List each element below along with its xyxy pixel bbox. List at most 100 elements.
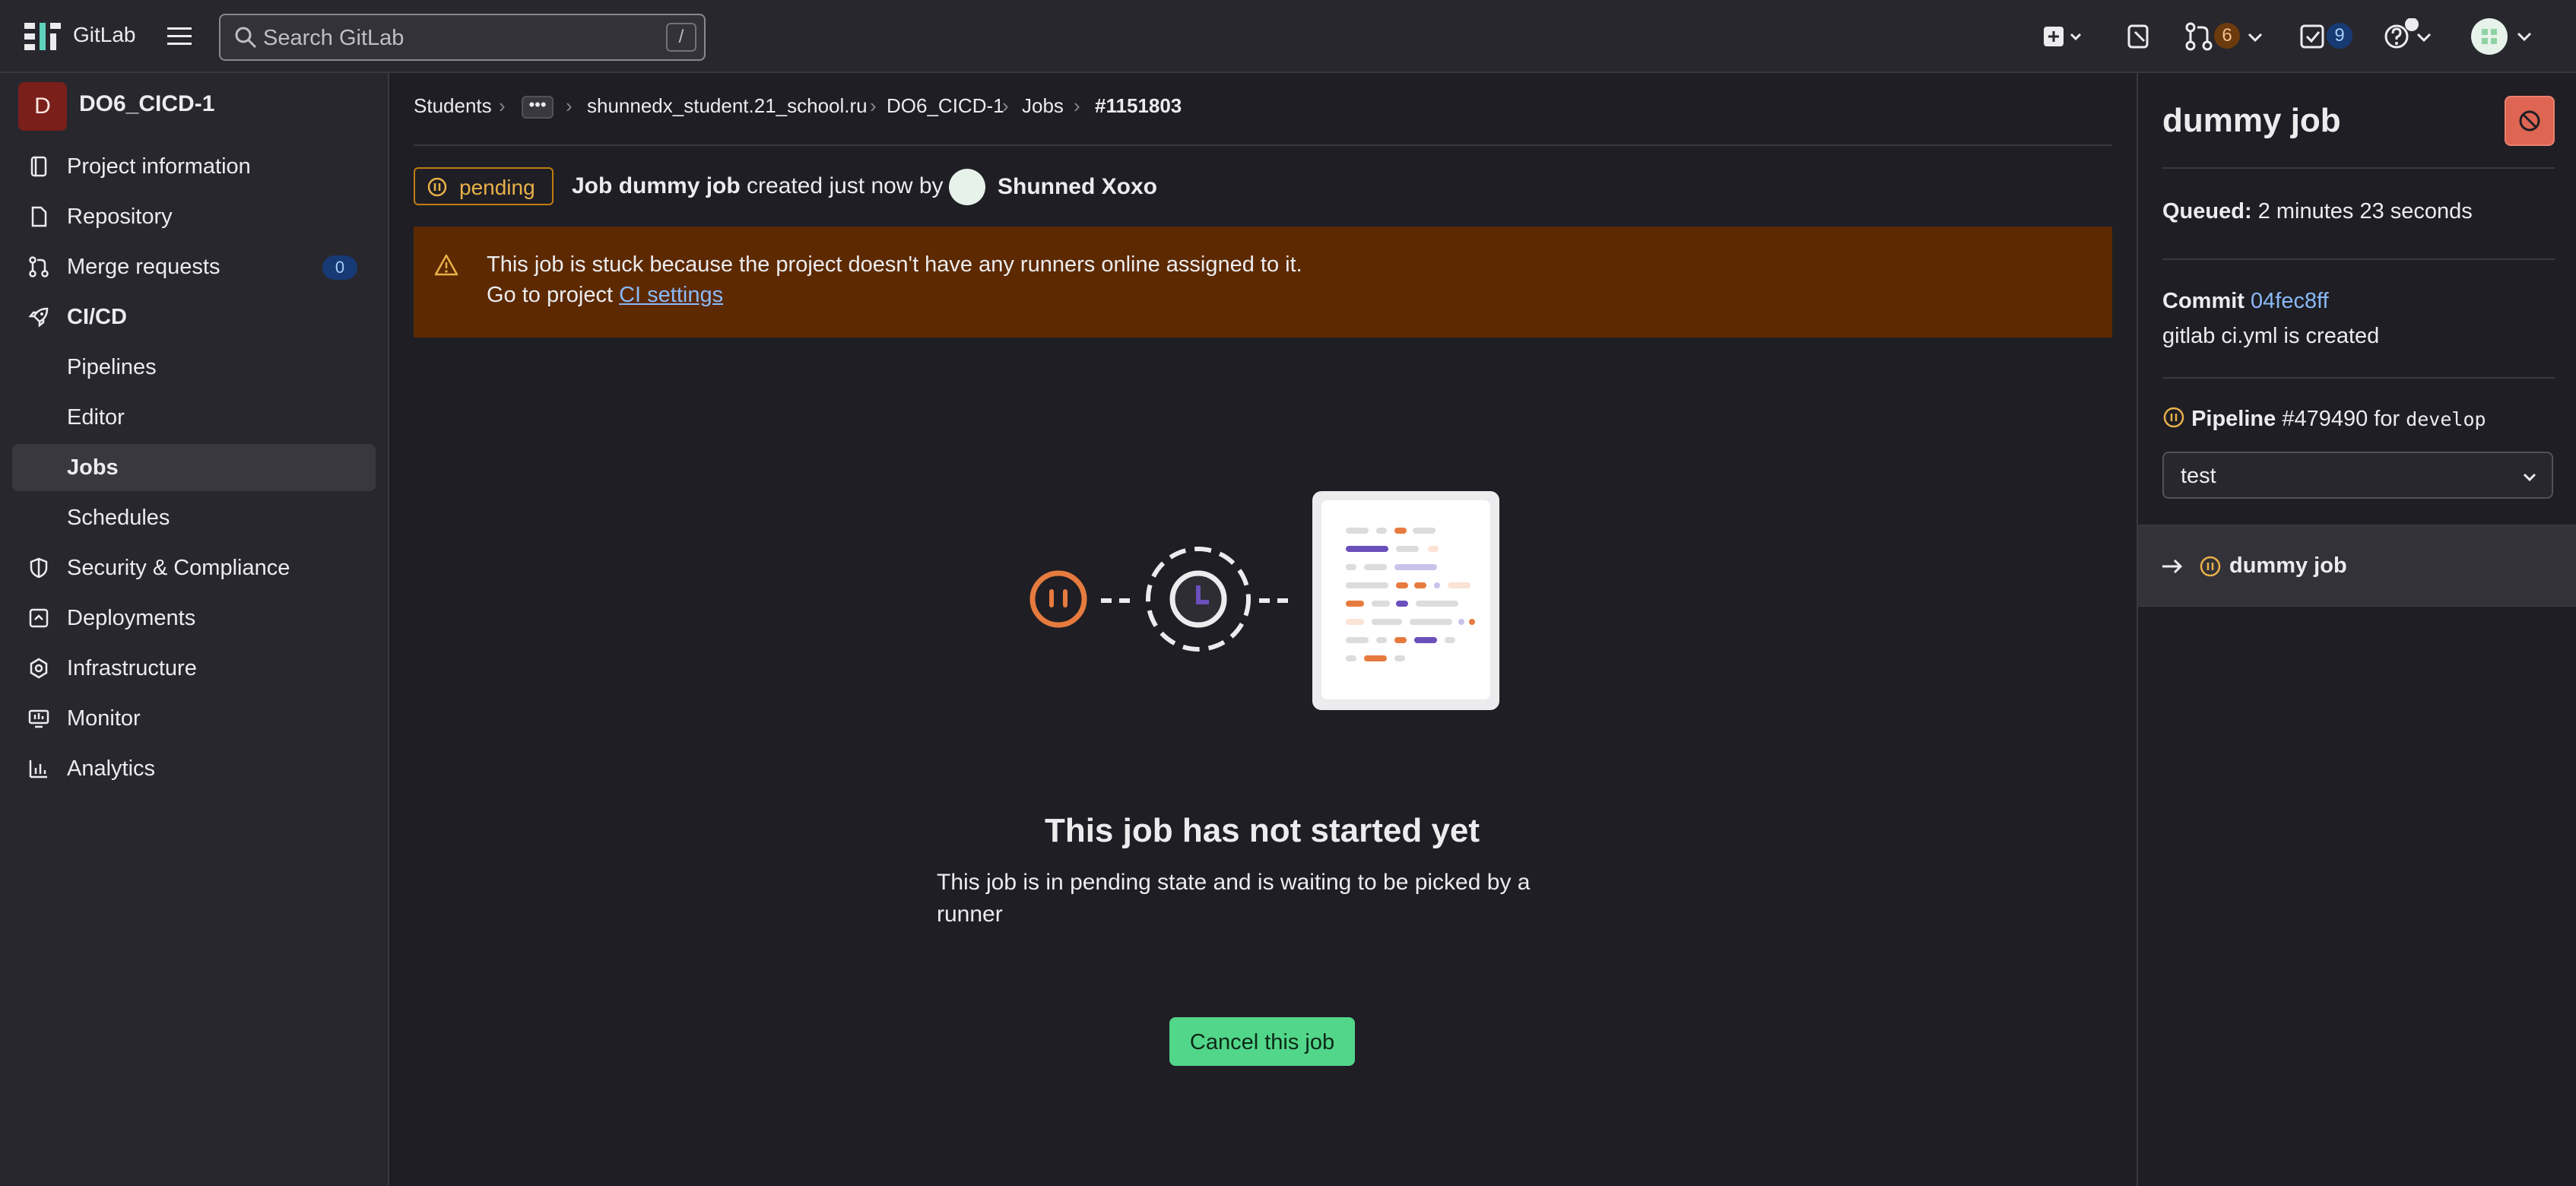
job-sidebar: dummy job Queued: 2 minutes 23 seconds C… xyxy=(2137,73,2576,1186)
shield-icon xyxy=(30,557,48,579)
sidebar-item-schedules[interactable]: Schedules xyxy=(12,494,376,541)
alert-message: This job is stuck because the project do… xyxy=(487,252,1302,277)
status-label: pending xyxy=(459,176,535,199)
commit-sha-link[interactable]: 04fec8ff xyxy=(2251,289,2329,313)
issues-icon[interactable] xyxy=(2126,18,2152,55)
sidebar-item-label: Repository xyxy=(67,205,173,229)
sidebar-item-label: Jobs xyxy=(67,455,119,480)
chart-icon xyxy=(29,760,47,779)
warning-icon xyxy=(434,254,458,276)
sidebar-item-label: Analytics xyxy=(67,756,156,781)
pending-status-icon xyxy=(427,177,447,197)
pending-status-icon xyxy=(2200,556,2221,577)
job-list-item-label: dummy job xyxy=(2229,553,2347,578)
stage-select[interactable]: test xyxy=(2162,452,2553,499)
sidebar-item-pipelines[interactable]: Pipelines xyxy=(12,344,376,391)
alert-line-2: Go to project CI settings xyxy=(487,283,723,308)
pipeline-info: Pipeline #479490 for develop xyxy=(2162,406,2486,432)
pipeline-ref-link[interactable]: develop xyxy=(2406,408,2486,430)
sidebar-item-label: Deployments xyxy=(67,606,196,630)
search-icon xyxy=(235,27,257,49)
sidebar-item-monitor[interactable]: Monitor xyxy=(12,695,376,742)
job-header-name: dummy job xyxy=(618,173,741,198)
sidebar-item-infrastructure[interactable]: Infrastructure xyxy=(12,645,376,692)
ci-settings-link[interactable]: CI settings xyxy=(619,283,723,307)
divider xyxy=(414,144,2112,146)
doc-icon xyxy=(31,206,47,227)
job-header-middle: created just now by xyxy=(747,173,944,198)
search-input[interactable]: Search GitLab / xyxy=(219,14,706,61)
chevron-down-icon xyxy=(2523,473,2536,482)
cancel-job-button[interactable]: Cancel this job xyxy=(1169,1017,1355,1066)
breadcrumb-more-button[interactable]: ••• xyxy=(522,96,554,119)
menu-icon[interactable] xyxy=(166,23,193,50)
breadcrumb-project[interactable]: DO6_CICD-1 xyxy=(887,94,1004,118)
cancel-icon xyxy=(2519,110,2540,132)
cancel-job-icon-button[interactable] xyxy=(2505,96,2555,146)
pipeline-for: for xyxy=(2374,407,2400,431)
deployments-icon xyxy=(29,608,49,628)
sidebar-item-label: Schedules xyxy=(67,506,170,530)
todos-count[interactable]: 9 xyxy=(2327,23,2352,49)
status-badge[interactable]: pending xyxy=(414,167,554,205)
sidebar-item-label: Infrastructure xyxy=(67,656,197,680)
breadcrumb-students[interactable]: Students xyxy=(414,94,492,118)
sidebar-item-deployments[interactable]: Deployments xyxy=(12,595,376,642)
user-avatar-icon[interactable] xyxy=(2470,15,2538,58)
pending-status-icon xyxy=(2163,407,2184,428)
chevron-right-icon: › xyxy=(566,94,573,117)
brand-name[interactable]: GitLab xyxy=(73,23,136,47)
sidebar-item-merge-requests[interactable]: Merge requests 0 xyxy=(12,243,376,290)
project-name[interactable]: DO6_CICD-1 xyxy=(79,91,214,117)
job-sidebar-title: dummy job xyxy=(2162,102,2341,139)
sidebar-item-label: Pipelines xyxy=(67,355,157,379)
sidebar-item-project-information[interactable]: Project information xyxy=(12,143,376,190)
divider xyxy=(2162,167,2555,169)
help-icon[interactable] xyxy=(2383,18,2436,55)
job-list-item[interactable]: dummy job xyxy=(2138,525,2576,607)
author-name[interactable]: Shunned Xoxo xyxy=(998,174,1157,200)
sidebar: D DO6_CICD-1 Project information Reposit… xyxy=(0,73,389,1186)
rocket-icon xyxy=(28,307,49,328)
sidebar-item-label: Monitor xyxy=(67,706,141,731)
search-placeholder: Search GitLab xyxy=(263,26,404,50)
queued-label: Queued: xyxy=(2162,199,2252,224)
arrow-right-icon xyxy=(2162,559,2183,574)
cloud-gear-icon xyxy=(30,658,48,679)
monitor-icon xyxy=(28,709,49,728)
sidebar-item-analytics[interactable]: Analytics xyxy=(12,745,376,792)
chevron-right-icon: › xyxy=(1002,94,1009,117)
sidebar-item-jobs[interactable]: Jobs xyxy=(12,444,376,491)
commit-label: Commit xyxy=(2162,289,2244,313)
breadcrumb-namespace[interactable]: shunnedx_student.21_school.ru xyxy=(587,94,868,118)
stuck-job-alert: This job is stuck because the project do… xyxy=(414,227,2112,338)
todos-icon[interactable] xyxy=(2299,18,2327,55)
search-shortcut-key: / xyxy=(666,23,696,52)
sidebar-item-cicd[interactable]: CI/CD xyxy=(12,293,376,341)
sidebar-item-label: CI/CD xyxy=(67,305,127,329)
job-header-prefix: Job xyxy=(572,173,613,198)
author-avatar[interactable] xyxy=(949,169,985,205)
sidebar-item-label: Merge requests xyxy=(67,255,220,279)
empty-state-description: This job is in pending state and is wait… xyxy=(937,870,1531,927)
breadcrumb-jobs[interactable]: Jobs xyxy=(1022,94,1064,118)
commit-message: gitlab ci.yml is created xyxy=(2162,324,2380,348)
sidebar-item-label: Project information xyxy=(67,154,251,179)
job-header-text: Job dummy job created just now by xyxy=(572,173,944,199)
merge-requests-count[interactable]: 6 xyxy=(2214,23,2240,49)
create-new-icon[interactable] xyxy=(2042,18,2085,55)
merge-requests-icon[interactable] xyxy=(2184,18,2214,55)
project-avatar[interactable]: D xyxy=(18,82,67,131)
alert-line-2-prefix: Go to project xyxy=(487,283,614,307)
gitlab-logo-icon[interactable] xyxy=(23,20,62,53)
sidebar-item-editor[interactable]: Editor xyxy=(12,394,376,441)
sidebar-item-repository[interactable]: Repository xyxy=(12,193,376,240)
breadcrumb-job-id[interactable]: #1151803 xyxy=(1095,94,1182,118)
stage-select-value: test xyxy=(2181,464,2216,488)
chevron-right-icon: › xyxy=(870,94,877,117)
chevron-right-icon: › xyxy=(1074,94,1080,117)
sidebar-item-security-compliance[interactable]: Security & Compliance xyxy=(12,544,376,591)
pipeline-id-link[interactable]: #479490 xyxy=(2282,407,2368,431)
chevron-down-icon[interactable] xyxy=(2244,18,2267,55)
queued-info: Queued: 2 minutes 23 seconds xyxy=(2162,199,2473,224)
